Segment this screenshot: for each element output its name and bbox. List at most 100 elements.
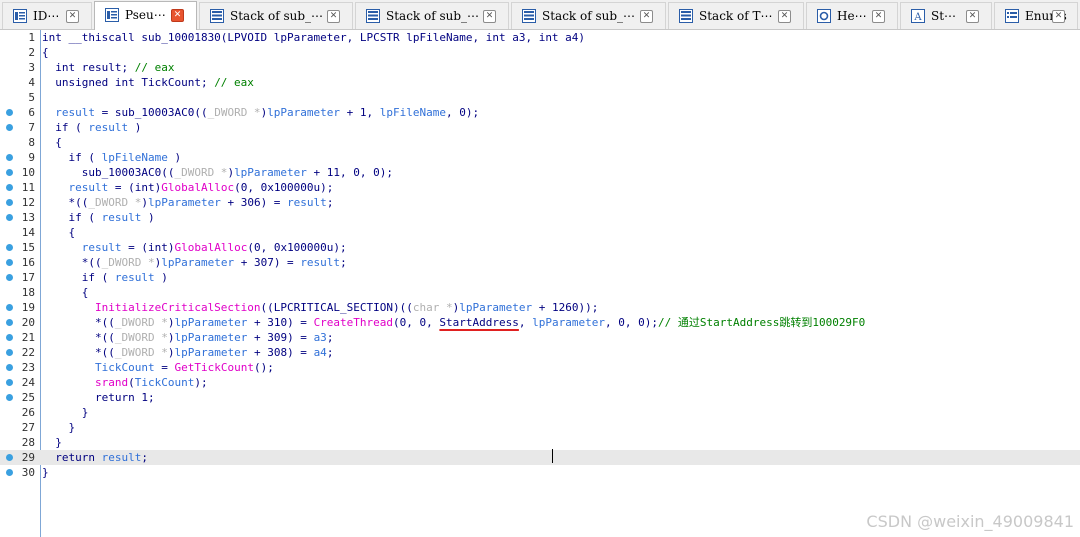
code-line[interactable]: 6 result = sub_10003AC0((_DWORD *)lpPara…: [0, 105, 1080, 120]
tab-8[interactable]: A St⋯ ✕: [900, 2, 992, 29]
close-icon[interactable]: ✕: [66, 10, 79, 23]
tab-2[interactable]: Pseu⋯ ✕: [94, 1, 197, 30]
hex-icon: [817, 9, 831, 23]
code-text: return result;: [42, 450, 148, 465]
breakpoint-marker-icon[interactable]: [6, 469, 13, 476]
code-line[interactable]: 27 }: [0, 420, 1080, 435]
code-token: {: [42, 286, 89, 299]
close-icon[interactable]: ✕: [640, 10, 653, 23]
code-line[interactable]: 18 {: [0, 285, 1080, 300]
breakpoint-marker-icon[interactable]: [6, 214, 13, 221]
breakpoint-marker-icon[interactable]: [6, 379, 13, 386]
close-icon[interactable]: ✕: [327, 10, 340, 23]
code-token: ): [167, 151, 182, 164]
breakpoint-marker-icon[interactable]: [6, 259, 13, 266]
breakpoint-marker-icon[interactable]: [6, 199, 13, 206]
code-line[interactable]: 4 unsigned int TickCount; // eax: [0, 75, 1080, 90]
breakpoint-marker-icon[interactable]: [6, 319, 13, 326]
code-line[interactable]: 29 return result;: [0, 450, 1080, 465]
view-icon: [105, 8, 119, 22]
code-token: // 通过StartAddress跳转到100029F0: [657, 316, 866, 329]
code-line[interactable]: 28 }: [0, 435, 1080, 450]
code-line[interactable]: 24 srand(TickCount);: [0, 375, 1080, 390]
code-token: _DWORD *: [174, 166, 228, 179]
line-number: 5: [28, 91, 35, 104]
code-line[interactable]: 17 if ( result ): [0, 270, 1080, 285]
code-line[interactable]: 1 int __thiscall sub_10001830(LPVOID lpPa…: [0, 30, 1080, 45]
breakpoint-marker-icon[interactable]: [6, 394, 13, 401]
tab-7[interactable]: He⋯ ✕: [806, 2, 898, 29]
code-line[interactable]: 15 result = (int)GlobalAlloc(0, 0x100000…: [0, 240, 1080, 255]
close-icon[interactable]: ✕: [483, 10, 496, 23]
line-number: 14: [21, 226, 35, 239]
breakpoint-marker-icon[interactable]: [6, 454, 13, 461]
code-token: _DWORD *: [88, 196, 142, 209]
code-line[interactable]: 22 *((_DWORD *)lpParameter + 308) = a4;: [0, 345, 1080, 360]
code-token: {: [42, 136, 62, 149]
code-line[interactable]: 21 *((_DWORD *)lpParameter + 309) = a3;: [0, 330, 1080, 345]
breakpoint-marker-icon[interactable]: [6, 334, 13, 341]
code-line[interactable]: 10 sub_10003AC0((_DWORD *)lpParameter + …: [0, 165, 1080, 180]
code-token: ;: [326, 346, 334, 359]
code-line[interactable]: 2{: [0, 45, 1080, 60]
code-line[interactable]: 13 if ( result ): [0, 210, 1080, 225]
breakpoint-marker-icon[interactable]: [6, 124, 13, 131]
close-icon[interactable]: ✕: [872, 10, 885, 23]
code-token: TickCount: [134, 376, 195, 389]
breakpoint-marker-icon[interactable]: [6, 304, 13, 311]
code-line[interactable]: 19 InitializeCriticalSection((LPCRITICAL…: [0, 300, 1080, 315]
line-number: 12: [21, 196, 35, 209]
code-line[interactable]: 3 int result; // eax: [0, 60, 1080, 75]
code-line[interactable]: 7 if ( result ): [0, 120, 1080, 135]
tab-1[interactable]: ID⋯ ✕: [2, 2, 92, 29]
code-text: if ( lpFileName ): [42, 150, 181, 165]
code-line[interactable]: 11 result = (int)GlobalAlloc(0, 0x100000…: [0, 180, 1080, 195]
breakpoint-marker-icon[interactable]: [6, 274, 13, 281]
code-token: lpParameter: [174, 316, 248, 329]
breakpoint-marker-icon[interactable]: [6, 169, 13, 176]
breakpoint-marker-icon[interactable]: [6, 244, 13, 251]
close-icon[interactable]: ✕: [1052, 10, 1065, 23]
breakpoint-marker-icon[interactable]: [6, 154, 13, 161]
code-line[interactable]: 26 }: [0, 405, 1080, 420]
pseudocode-view[interactable]: 1 int __thiscall sub_10001830(LPVOID lpPa…: [0, 30, 1080, 537]
line-number: 21: [21, 331, 35, 344]
code-text: result = (int)GlobalAlloc(0, 0x100000u);: [42, 180, 333, 195]
code-token: *((: [42, 316, 115, 329]
tab-4[interactable]: Stack of sub_⋯ ✕: [355, 2, 509, 29]
close-icon[interactable]: ✕: [966, 10, 979, 23]
code-line[interactable]: 25 return 1;: [0, 390, 1080, 405]
breakpoint-marker-icon[interactable]: [6, 349, 13, 356]
code-text: }: [42, 420, 75, 435]
code-line[interactable]: 16 *((_DWORD *)lpParameter + 307) = resu…: [0, 255, 1080, 270]
code-token: + 310) =: [247, 316, 314, 329]
code-line[interactable]: 5: [0, 90, 1080, 105]
code-line[interactable]: 8 {: [0, 135, 1080, 150]
close-icon[interactable]: ✕: [171, 9, 184, 22]
line-number: 1: [28, 31, 35, 44]
code-token: , 0);: [446, 106, 480, 119]
code-line[interactable]: 14 {: [0, 225, 1080, 240]
tab-6[interactable]: Stack of T⋯ ✕: [668, 2, 804, 29]
code-line[interactable]: 30}: [0, 465, 1080, 480]
tab-label: Pseu⋯: [125, 8, 166, 22]
code-line[interactable]: 23 TickCount = GetTickCount();: [0, 360, 1080, 375]
tab-5[interactable]: Stack of sub_⋯ ✕: [511, 2, 666, 29]
tab-3[interactable]: Stack of sub_⋯ ✕: [199, 2, 353, 29]
line-number: 15: [21, 241, 35, 254]
code-text: if ( result ): [42, 120, 141, 135]
breakpoint-marker-icon[interactable]: [6, 184, 13, 191]
code-token: result: [114, 271, 155, 284]
breakpoint-marker-icon[interactable]: [6, 364, 13, 371]
tab-9[interactable]: Enums ✕: [994, 2, 1078, 29]
code-line[interactable]: 20 *((_DWORD *)lpParameter + 310) = Crea…: [0, 315, 1080, 330]
code-line[interactable]: 12 *((_DWORD *)lpParameter + 306) = resu…: [0, 195, 1080, 210]
code-token: }: [42, 406, 89, 419]
code-line[interactable]: 9 if ( lpFileName ): [0, 150, 1080, 165]
line-number: 8: [28, 136, 35, 149]
code-token: lpParameter: [174, 331, 248, 344]
tab-label: Stack of T⋯: [699, 9, 773, 23]
code-text: int __thiscall sub_10001830(LPVOID lpPar…: [42, 30, 585, 45]
breakpoint-marker-icon[interactable]: [6, 109, 13, 116]
close-icon[interactable]: ✕: [778, 10, 791, 23]
